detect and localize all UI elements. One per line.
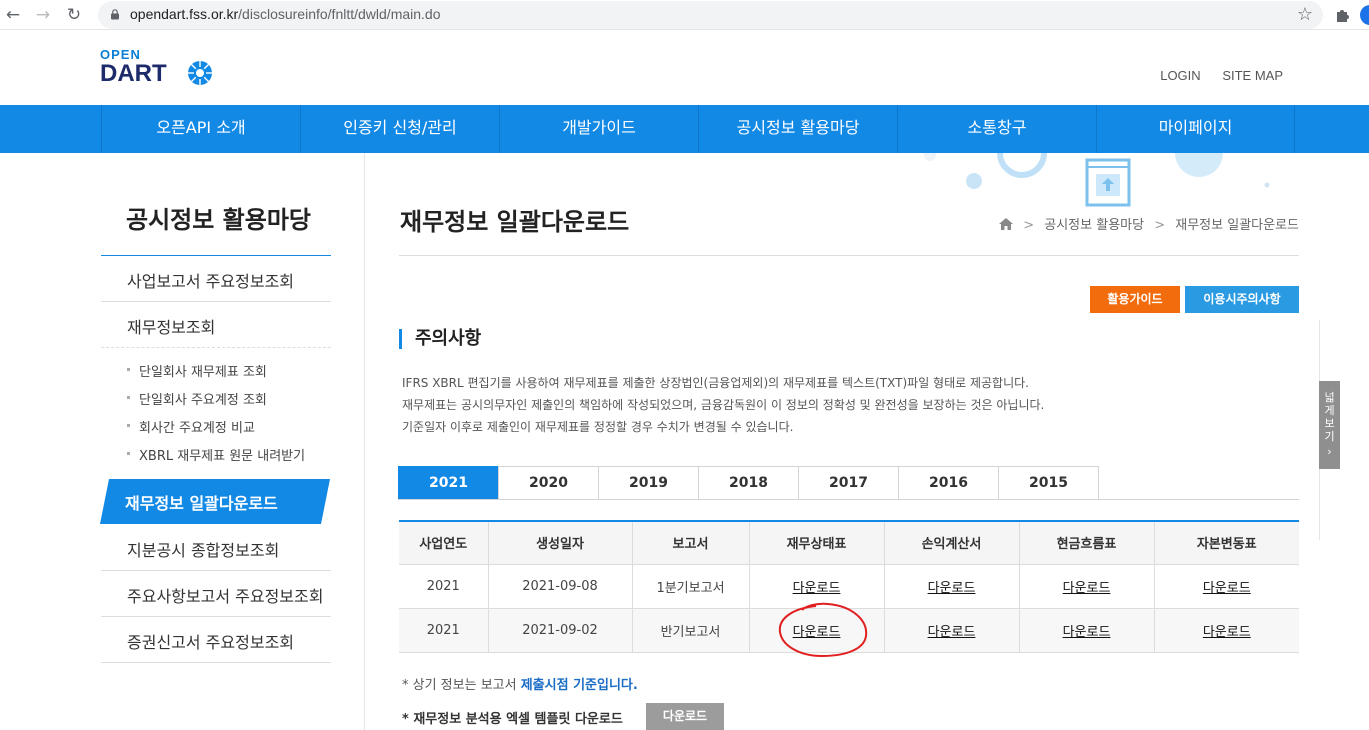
col-header-equity-changes: 자본변동표 [1153, 520, 1299, 565]
tab-2015[interactable]: 2015 [998, 466, 1099, 500]
profile-avatar[interactable] [1360, 5, 1369, 25]
title-divider [399, 255, 1299, 256]
cell-created-date: 2021-09-08 [487, 564, 632, 609]
usage-guide-button[interactable]: 활용가이드 [1090, 286, 1180, 313]
home-icon[interactable] [999, 218, 1014, 230]
download-link-balance-sheet[interactable]: 다운로드 [793, 581, 841, 596]
cell-report: 반기보고서 [631, 608, 749, 653]
sidebar-title: 공시정보 활용마당 [126, 206, 311, 234]
sidebar-item-major-matters[interactable]: 주요사항보고서 주요정보조회 [127, 583, 323, 607]
extensions-puzzle-icon[interactable] [1333, 5, 1353, 25]
tab-2017[interactable]: 2017 [798, 466, 899, 500]
sidebar-sub-xbrl-download[interactable]: XBRL 재무제표 원문 내려받기 [126, 445, 305, 464]
footnote-highlight: 제출시점 기준입니다. [520, 678, 638, 693]
browser-toolbar: ← → ↻ opendart.fss.or.kr/disclosureinfo/… [0, 0, 1369, 30]
reload-icon[interactable]: ↻ [63, 4, 85, 26]
gnb-openapi-intro[interactable]: 오픈API 소개 [101, 105, 300, 153]
opendart-logo[interactable]: OPEN DART [100, 48, 212, 86]
gnb-disclosure-usage[interactable]: 공시정보 활용마당 [698, 105, 897, 153]
col-header-income-statement: 손익계산서 [883, 520, 1019, 565]
sidebar-item-equity-disclosure[interactable]: 지분공시 종합정보조회 [127, 537, 279, 561]
back-arrow-icon[interactable]: ← [2, 4, 24, 26]
download-link-equity-changes[interactable]: 다운로드 [1203, 581, 1251, 596]
tab-2018[interactable]: 2018 [698, 466, 799, 500]
sidebar-item-business-report[interactable]: 사업보고서 주요정보조회 [127, 268, 294, 292]
col-header-balance-sheet: 재무상태표 [748, 520, 884, 565]
header-decoration-graphic [924, 153, 1270, 207]
template-download-label: * 재무정보 분석용 엑셀 템플릿 다운로드 [402, 712, 623, 727]
gnb-auth-key[interactable]: 인증키 신청/관리 [300, 105, 499, 153]
sidebar-item-bulk-download-active[interactable]: 재무정보 일괄다운로드 [100, 479, 330, 524]
sidebar-title-underline [101, 255, 331, 256]
sidebar-divider-line [101, 347, 331, 348]
sidebar-divider-line [101, 570, 331, 571]
col-header-cash-flow: 현금흐름표 [1018, 520, 1154, 565]
wide-view-toggle[interactable]: 넓게보기 › [1319, 381, 1340, 469]
tab-2016[interactable]: 2016 [898, 466, 999, 500]
lock-icon [111, 9, 119, 20]
sidebar-divider-line [101, 662, 331, 663]
tab-2020[interactable]: 2020 [498, 466, 599, 500]
table-header-row: 사업연도 생성일자 보고서 재무상태표 손익계산서 현금흐름표 자본변동표 [399, 520, 1299, 565]
page-title: 재무정보 일괄다운로드 [400, 208, 630, 236]
col-header-created-date: 생성일자 [487, 520, 632, 565]
gnb-communication[interactable]: 소통창구 [897, 105, 1096, 153]
notice-line: IFRS XBRL 편집기를 사용하여 재무제표를 제출한 상장법인(금융업제외… [402, 376, 1029, 390]
template-download-button[interactable]: 다운로드 [646, 703, 724, 730]
forward-arrow-icon[interactable]: → [32, 4, 54, 26]
bookmark-star-icon[interactable]: ☆ [1297, 4, 1313, 25]
tab-2019[interactable]: 2019 [598, 466, 699, 500]
col-header-fiscal-year: 사업연도 [399, 520, 488, 565]
notice-line: 재무제표는 공시의무자인 제출인의 책임하에 작성되었으며, 금융감독원이 이 … [402, 398, 1045, 412]
breadcrumb-item-current: 재무정보 일괄다운로드 [1175, 218, 1299, 233]
sidebar-item-securities-filing[interactable]: 증권신고서 주요정보조회 [127, 629, 294, 653]
download-link-cash-flow[interactable]: 다운로드 [1063, 581, 1111, 596]
sidebar-item-financial-info[interactable]: 재무정보조회 [127, 314, 215, 338]
sidebar-sub-compare-accounts[interactable]: 회사간 주요계정 비교 [127, 417, 255, 436]
tab-underline [398, 499, 1299, 500]
sidebar-sub-single-fs[interactable]: 단일회사 재무제표 조회 [127, 361, 267, 380]
chevron-right-icon: › [1327, 445, 1332, 458]
sidebar-sub-single-accounts[interactable]: 단일회사 주요계정 조회 [127, 389, 267, 408]
cell-report: 1분기보고서 [631, 564, 749, 609]
cell-created-date: 2021-09-02 [487, 608, 632, 653]
tab-2021[interactable]: 2021 [398, 466, 499, 500]
col-header-report: 보고서 [631, 520, 749, 565]
download-link-equity-changes[interactable]: 다운로드 [1203, 625, 1251, 640]
gnb-mypage[interactable]: 마이페이지 [1096, 105, 1295, 153]
section-title-notice: 주의사항 [399, 329, 481, 349]
download-link-income-statement[interactable]: 다운로드 [928, 625, 976, 640]
cell-fiscal-year: 2021 [399, 564, 488, 609]
breadcrumb: > 공시정보 활용마당 > 재무정보 일괄다운로드 [999, 214, 1299, 233]
login-link[interactable]: LOGIN [1160, 68, 1200, 83]
notice-line: 기준일자 이후로 제출인이 재무제표를 정정할 경우 수치가 변경될 수 있습니… [402, 420, 794, 434]
logo-wheel-icon [188, 61, 212, 85]
address-bar[interactable]: opendart.fss.or.kr/disclosureinfo/fnltt/… [98, 1, 1323, 29]
utility-links: LOGIN SITE MAP [1142, 68, 1283, 83]
sitemap-link[interactable]: SITE MAP [1222, 68, 1283, 83]
breadcrumb-item[interactable]: 공시정보 활용마당 [1044, 218, 1144, 233]
footnote-submission-basis: * 상기 정보는 보고서 제출시점 기준입니다. [402, 678, 638, 693]
usage-caution-button[interactable]: 이용시주의사항 [1185, 286, 1299, 313]
url-text: opendart.fss.or.kr/disclosureinfo/fnltt/… [130, 6, 441, 22]
global-nav: 오픈API 소개 인증키 신청/관리 개발가이드 공시정보 활용마당 소통창구 … [0, 105, 1369, 153]
red-annotation-circle [778, 602, 868, 658]
download-link-cash-flow[interactable]: 다운로드 [1063, 625, 1111, 640]
gnb-dev-guide[interactable]: 개발가이드 [499, 105, 698, 153]
sidebar-divider-line [101, 616, 331, 617]
sidebar-divider-line [101, 301, 331, 302]
download-link-income-statement[interactable]: 다운로드 [928, 581, 976, 596]
cell-fiscal-year: 2021 [399, 608, 488, 653]
sidebar-divider [364, 153, 365, 730]
